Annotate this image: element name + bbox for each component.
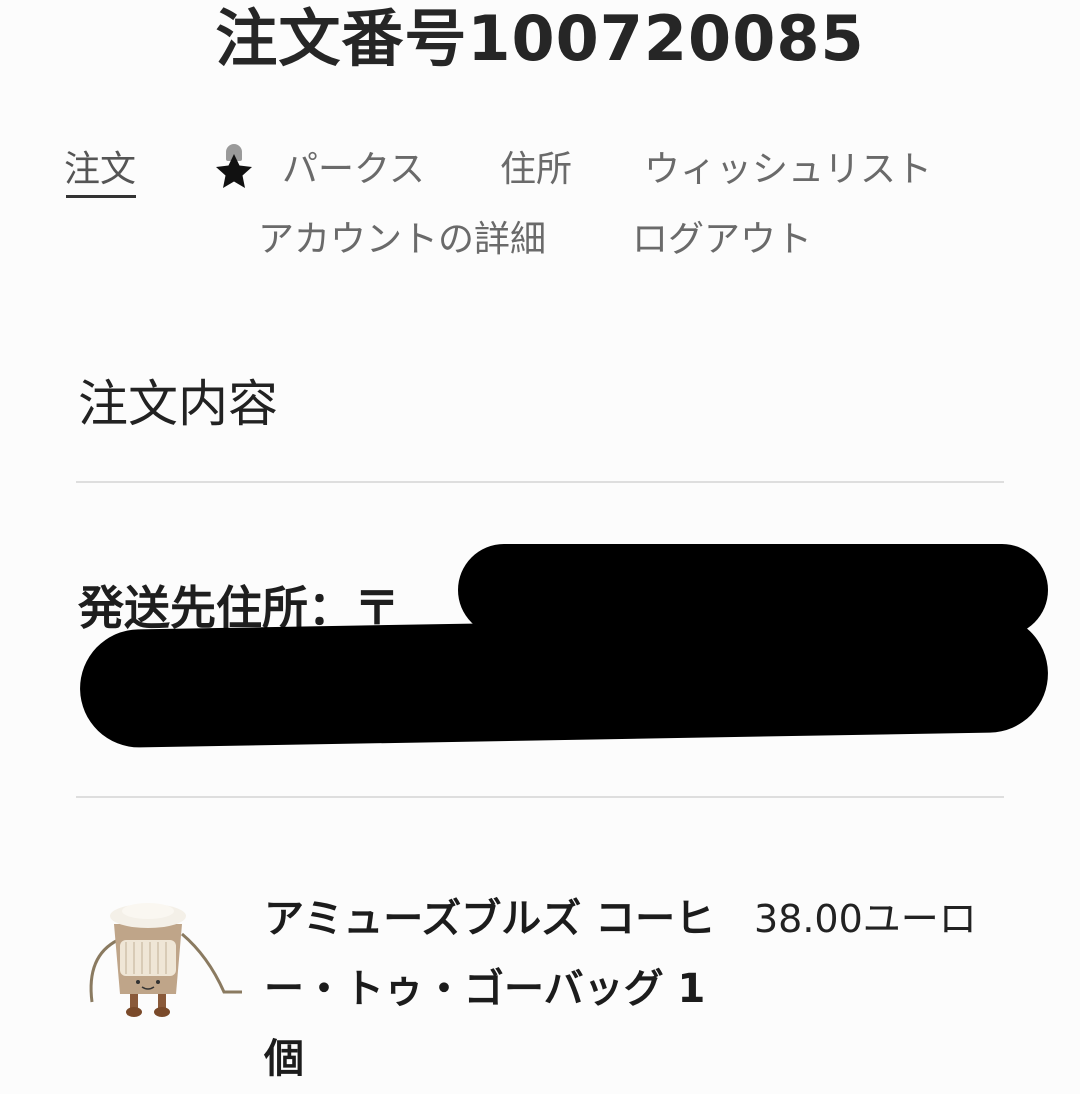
product-name[interactable]: アミューズブルズ コーヒー・トゥ・ゴーバッグ 1個	[264, 884, 744, 1094]
nav-perks-tab[interactable]: パークス	[282, 148, 425, 192]
order-contents-heading: 注文内容	[78, 375, 278, 433]
redaction-mark	[79, 613, 1049, 749]
nav-logout-link[interactable]: ログアウト	[632, 218, 812, 262]
nav-account-details-tab[interactable]: アカウントの詳細	[258, 218, 546, 262]
nav-orders-tab[interactable]: 注文	[64, 148, 137, 198]
nav-addresses-tab[interactable]: 住所	[500, 148, 572, 192]
order-number-title: 注文番号100720085	[215, 2, 865, 75]
star-person-icon[interactable]	[206, 140, 262, 196]
divider	[76, 796, 1004, 798]
product-thumbnail[interactable]	[84, 896, 254, 1026]
product-name-text: アミューズブルズ コーヒー・トゥ・ゴーバッグ	[264, 896, 716, 1012]
product-price: 38.00ユーロ	[754, 897, 977, 941]
nav-wishlist-tab[interactable]: ウィッシュリスト	[644, 148, 932, 192]
divider	[76, 481, 1004, 483]
